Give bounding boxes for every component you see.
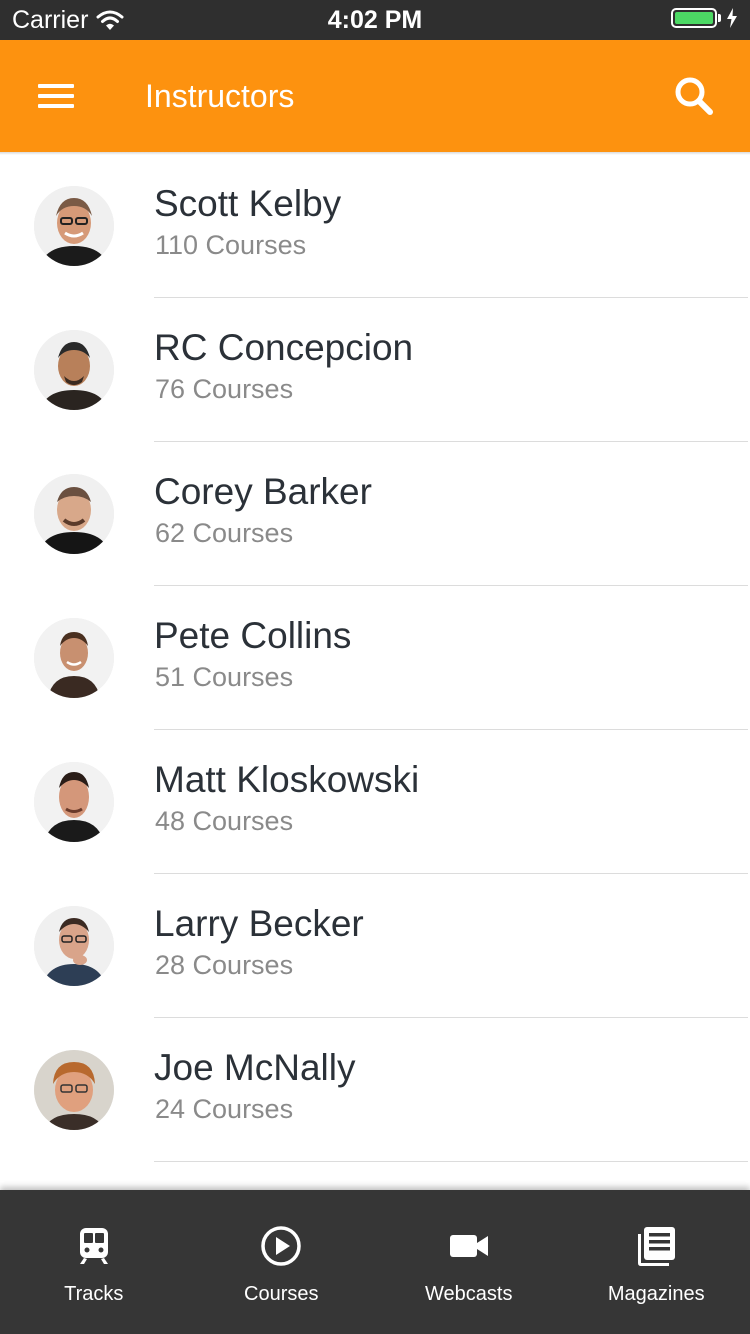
battery-icon — [671, 8, 717, 28]
avatar — [34, 1050, 114, 1130]
instructor-row[interactable]: Larry Becker 28 Courses — [0, 874, 750, 1018]
search-icon — [675, 77, 713, 115]
status-bar: Carrier 4:02 PM — [0, 0, 750, 40]
avatar — [34, 618, 114, 698]
search-button[interactable] — [670, 72, 720, 122]
status-time: 4:02 PM — [327, 6, 423, 34]
tab-bar: Tracks Courses Webcasts Magazines — [0, 1190, 750, 1334]
tab-label: Magazines — [607, 1283, 705, 1305]
tab-tracks[interactable]: Tracks — [0, 1190, 188, 1334]
instructor-name: Scott Kelby — [154, 183, 342, 224]
instructor-name: RC Concepcion — [154, 327, 414, 368]
play-circle-icon — [261, 1226, 301, 1266]
course-count: 76 Courses — [155, 374, 294, 404]
course-count: 28 Courses — [155, 950, 294, 980]
instructors-screen: Carrier 4:02 PM Instructors Scott Kelby … — [0, 0, 750, 1334]
instructor-name: Larry Becker — [154, 903, 364, 944]
tab-label: Webcasts — [425, 1283, 513, 1305]
course-count: 24 Courses — [155, 1094, 294, 1124]
course-count: 51 Courses — [155, 662, 294, 692]
avatar — [34, 762, 114, 842]
course-count: 48 Courses — [155, 806, 294, 836]
instructor-row[interactable]: Matt Kloskowski 48 Courses — [0, 730, 750, 874]
avatar — [34, 906, 114, 986]
instructor-row[interactable]: RC Concepcion 76 Courses — [0, 298, 750, 442]
instructor-list: Scott Kelby 110 Courses RC Concepcion 76… — [0, 154, 750, 1162]
battery-cap — [718, 14, 721, 22]
avatar — [34, 474, 114, 554]
tab-label: Courses — [244, 1283, 319, 1305]
video-camera-icon — [449, 1235, 488, 1257]
status-right — [671, 8, 738, 28]
row-separator — [154, 1161, 748, 1162]
instructor-name: Joe McNally — [154, 1047, 356, 1088]
charging-bolt-icon — [727, 8, 737, 28]
train-icon — [79, 1228, 108, 1264]
newspaper-icon — [638, 1227, 676, 1266]
course-count: 110 Courses — [155, 230, 307, 260]
instructor-row[interactable]: Joe McNally 24 Courses — [0, 1018, 750, 1162]
page-title: Instructors — [145, 78, 295, 114]
instructor-row[interactable]: Corey Barker 62 Courses — [0, 442, 750, 586]
instructor-name: Corey Barker — [154, 471, 372, 512]
instructor-row[interactable]: Scott Kelby 110 Courses — [0, 154, 750, 298]
menu-button[interactable] — [30, 74, 82, 118]
tab-label: Tracks — [64, 1283, 124, 1305]
tab-magazines[interactable]: Magazines — [563, 1190, 750, 1334]
avatar — [34, 330, 114, 410]
battery-level-fill — [675, 12, 713, 24]
instructor-row[interactable]: Pete Collins 51 Courses — [0, 586, 750, 730]
tab-courses[interactable]: Courses — [188, 1190, 376, 1334]
course-count: 62 Courses — [155, 518, 294, 548]
tab-webcasts[interactable]: Webcasts — [375, 1190, 563, 1334]
app-bar: Instructors — [0, 40, 750, 152]
instructor-name: Matt Kloskowski — [154, 759, 420, 800]
avatar — [34, 186, 114, 266]
instructor-name: Pete Collins — [154, 615, 352, 656]
